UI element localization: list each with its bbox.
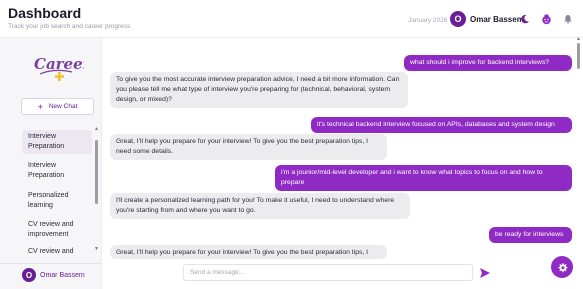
send-icon[interactable] bbox=[478, 266, 492, 280]
header-user-name[interactable]: Omar Bassem bbox=[470, 15, 524, 24]
user-message: i'm a jounior/mid-level developer and i … bbox=[275, 165, 572, 191]
scroll-up-icon[interactable]: ▲ bbox=[576, 36, 581, 42]
new-chat-label: New Chat bbox=[48, 103, 78, 110]
page-title: Dashboard bbox=[8, 5, 82, 21]
chat-area: what should i improve for backend interv… bbox=[103, 36, 583, 289]
sidebar-item-chat-3[interactable]: Personalized learning bbox=[22, 189, 92, 213]
sidebar-item-chat-1[interactable]: Interview Preparation bbox=[22, 130, 92, 154]
sidebar-user[interactable]: O Omar Bassem bbox=[0, 263, 102, 289]
page-subtitle: Track your job search and career progres… bbox=[8, 23, 131, 30]
top-header: Dashboard Track your job search and care… bbox=[0, 0, 583, 38]
sidebar-scroll-thumb[interactable] bbox=[95, 140, 98, 204]
sidebar-scrollbar[interactable]: ▲ ▼ bbox=[94, 126, 99, 252]
smiley-icon[interactable] bbox=[538, 11, 554, 27]
scroll-down-icon[interactable]: ▼ bbox=[94, 246, 99, 252]
sidebar-item-chat-4[interactable]: CV review and improvement bbox=[22, 218, 92, 242]
user-message: be ready for interviews bbox=[489, 227, 572, 243]
settings-button[interactable] bbox=[551, 256, 573, 278]
sidebar-user-name: Omar Bassem bbox=[40, 272, 85, 279]
assistant-message: Great, I'll help you prepare for your in… bbox=[110, 245, 387, 259]
current-date: January 2026 bbox=[408, 17, 448, 24]
gear-icon bbox=[557, 262, 568, 272]
scroll-up-icon[interactable]: ▲ bbox=[94, 126, 99, 132]
sidebar-user-avatar: O bbox=[22, 268, 36, 282]
user-avatar[interactable]: O bbox=[450, 11, 466, 27]
moon-icon[interactable] bbox=[517, 11, 533, 27]
assistant-message: I'll create a personalized learning path… bbox=[110, 193, 410, 219]
sidebar-item-chat-2[interactable]: Interview Preparation bbox=[22, 159, 92, 183]
sidebar: Careerly + New Chat Interview Preparatio… bbox=[0, 38, 102, 289]
message-input[interactable]: Send a message... bbox=[183, 264, 473, 281]
plus-icon: + bbox=[37, 101, 43, 112]
assistant-message: To give you the most accurate interview … bbox=[110, 72, 408, 108]
careerly-logo: Careerly bbox=[34, 55, 84, 81]
bell-icon[interactable] bbox=[560, 11, 576, 27]
new-chat-button[interactable]: + New Chat bbox=[21, 98, 94, 115]
sidebar-item-chat-5[interactable]: CV review and bbox=[22, 245, 92, 259]
user-message: it's technical backend interview focused… bbox=[311, 117, 572, 133]
assistant-message: Great, I'll help you prepare for your in… bbox=[110, 134, 387, 160]
chat-scrollbar[interactable]: ▲ bbox=[576, 36, 581, 259]
chat-scroll-thumb[interactable] bbox=[577, 43, 580, 69]
user-message: what should i improve for backend interv… bbox=[404, 55, 572, 71]
